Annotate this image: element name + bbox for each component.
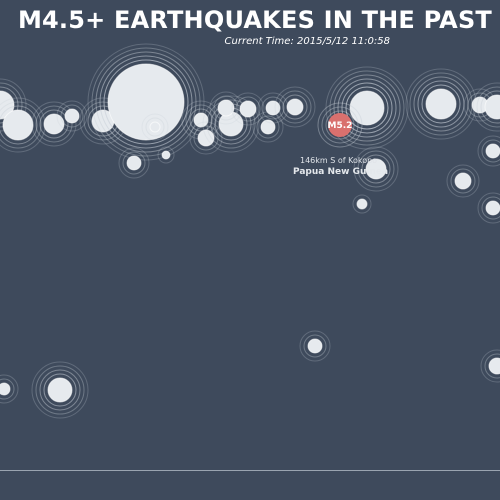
earthquake-marker[interactable] — [480, 349, 500, 383]
quake-core — [239, 100, 257, 118]
quake-core — [425, 88, 457, 120]
earthquake-marker[interactable] — [299, 330, 331, 362]
map-baseline — [0, 470, 500, 471]
earthquake-marker[interactable] — [472, 82, 500, 132]
quake-core — [0, 382, 11, 396]
earthquake-marker[interactable] — [56, 100, 88, 132]
earthquake-marker[interactable] — [477, 192, 500, 224]
earthquake-marker[interactable] — [31, 361, 89, 419]
quake-core — [356, 198, 368, 210]
earthquake-marker[interactable] — [141, 113, 169, 141]
earthquake-marker[interactable] — [477, 135, 500, 167]
quake-core — [126, 155, 142, 171]
quake-core — [286, 98, 304, 116]
quake-core — [2, 109, 34, 141]
earthquake-marker[interactable] — [0, 374, 19, 404]
earthquake-marker[interactable] — [352, 194, 372, 214]
quake-location-label: 146km S of Kokopo — [300, 156, 378, 165]
quake-core — [485, 143, 500, 159]
quake-magnitude-label: M5.2 — [328, 121, 353, 131]
quake-region-label: Papua New Guinea — [293, 167, 389, 177]
earthquake-marker[interactable] — [274, 86, 316, 128]
quake-core — [47, 377, 73, 403]
quake-core — [307, 338, 323, 354]
quake-core — [454, 172, 472, 190]
quake-core — [64, 108, 80, 124]
quake-core — [149, 121, 161, 133]
earthquake-marker[interactable] — [31, 101, 77, 147]
earthquake-marker[interactable] — [157, 146, 175, 164]
page-title: M4.5+ EARTHQUAKES IN THE PAST — [17, 6, 492, 34]
earthquake-marker[interactable] — [405, 68, 477, 140]
earthquake-marker[interactable] — [118, 147, 150, 179]
quake-core — [349, 90, 385, 126]
earthquake-marker[interactable] — [252, 111, 284, 143]
quake-core — [488, 357, 500, 375]
earthquake-map: M5.2 — [0, 43, 500, 419]
quake-core — [265, 100, 281, 116]
current-time: Current Time: 2015/5/12 11:0:58 — [224, 36, 390, 47]
earthquake-marker[interactable] — [446, 164, 480, 198]
quake-core — [485, 200, 500, 216]
quake-core — [484, 94, 500, 120]
quake-core — [161, 150, 171, 160]
